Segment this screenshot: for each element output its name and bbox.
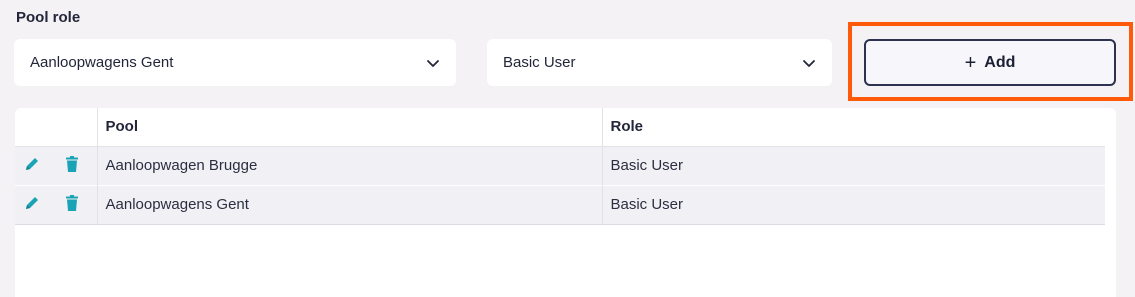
role-select-value: Basic User: [503, 54, 576, 71]
pencil-icon[interactable]: [23, 155, 41, 173]
table-header-row: Pool Role: [15, 108, 1105, 147]
role-select[interactable]: Basic User: [487, 39, 832, 86]
table-row: Aanloopwagens Gent Basic User: [15, 184, 1105, 225]
header-actions: [15, 108, 97, 147]
chevron-down-icon: [427, 59, 439, 67]
pool-role-panel: Pool role Aanloopwagens Gent Basic User …: [0, 0, 1135, 297]
add-button[interactable]: + Add: [864, 39, 1116, 86]
pool-select[interactable]: Aanloopwagens Gent: [14, 39, 456, 86]
cell-pool: Aanloopwagen Brugge: [96, 146, 602, 185]
pencil-icon[interactable]: [23, 194, 41, 212]
cell-role: Basic User: [601, 146, 1105, 185]
cell-pool: Aanloopwagens Gent: [96, 184, 602, 225]
trash-icon[interactable]: [63, 155, 81, 173]
table-row: Aanloopwagen Brugge Basic User: [15, 146, 1105, 185]
header-pool: Pool: [96, 108, 602, 147]
section-label: Pool role: [16, 9, 81, 26]
row-actions: [15, 184, 97, 225]
chevron-down-icon: [803, 59, 815, 67]
pool-select-value: Aanloopwagens Gent: [30, 54, 174, 71]
plus-icon: +: [964, 51, 977, 74]
pool-role-table: Pool Role Aanloopwagen Brugge Basic User…: [15, 108, 1116, 297]
add-button-label: Add: [984, 53, 1016, 71]
header-role: Role: [601, 108, 1105, 147]
trash-icon[interactable]: [63, 194, 81, 212]
row-actions: [15, 146, 97, 185]
cell-role: Basic User: [601, 184, 1105, 225]
